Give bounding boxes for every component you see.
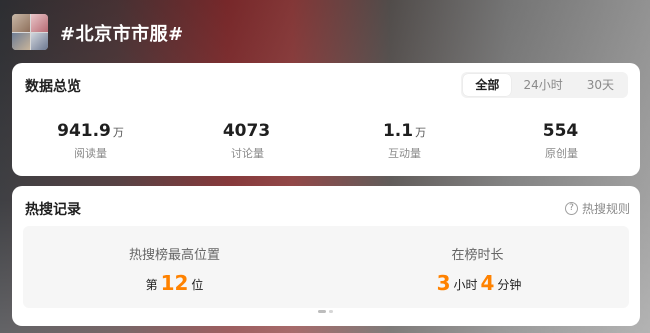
stat-reads-value: 941.9 <box>57 121 111 141</box>
time-range-selector: 全部 24小时 30天 <box>461 72 628 98</box>
tab-all[interactable]: 全部 <box>463 74 512 96</box>
hot-search-rules-label: 热搜规则 <box>581 202 630 216</box>
data-overview-title: 数据总览 <box>25 79 81 95</box>
tab-30d[interactable]: 30天 <box>575 74 626 96</box>
topic-title: #北京市市服# <box>60 24 184 45</box>
hot-search-rules-link[interactable]: ? 热搜规则 <box>564 200 630 217</box>
stat-reads: 941.9 万 阅读量 <box>12 121 169 161</box>
stat-reads-unit: 万 <box>112 126 124 139</box>
stat-originals: 554 原创量 <box>483 121 640 161</box>
carousel-indicator <box>318 310 333 313</box>
stat-discussions-value: 4073 <box>222 121 271 141</box>
topic-avatar[interactable] <box>12 14 48 50</box>
highest-position-block: 热搜榜最高位置 第 12 位 <box>23 226 326 308</box>
carousel-dot-active[interactable] <box>318 310 326 313</box>
stat-discussions-label: 讨论量 <box>231 147 264 160</box>
duration-hours: 3 <box>436 271 451 295</box>
stat-interactions-label: 互动量 <box>388 147 421 160</box>
tab-24h[interactable]: 24小时 <box>511 74 574 96</box>
stat-interactions-value: 1.1 <box>382 121 414 141</box>
stat-reads-label: 阅读量 <box>74 147 107 160</box>
stats-row: 941.9 万 阅读量 4073 讨论量 1.1 万 互动量 554 原创量 <box>12 121 640 161</box>
stat-discussions: 4073 讨论量 <box>169 121 326 161</box>
duration-label: 在榜时长 <box>451 248 504 263</box>
highest-position-value-row: 第 12 位 <box>23 271 326 295</box>
carousel-dot[interactable] <box>329 310 333 313</box>
hot-search-title: 热搜记录 <box>25 202 81 218</box>
question-icon: ? <box>564 202 578 215</box>
duration-value-row: 3 小时 4 分钟 <box>326 271 629 295</box>
highest-position-suffix: 位 <box>191 278 204 292</box>
stat-interactions: 1.1 万 互动量 <box>326 121 483 161</box>
stat-originals-value: 554 <box>542 121 579 141</box>
duration-minutes-unit: 分钟 <box>497 278 522 292</box>
hot-search-summary: 热搜榜最高位置 第 12 位 在榜时长 3 小时 4 分钟 <box>23 226 629 308</box>
duration-minutes: 4 <box>480 271 495 295</box>
topic-header: #北京市市服# <box>0 0 650 62</box>
stat-interactions-unit: 万 <box>415 126 427 139</box>
hot-search-card: 热搜记录 ? 热搜规则 热搜榜最高位置 第 12 位 在榜时长 3 小时 4 分钟 <box>12 186 640 326</box>
data-overview-card: 数据总览 全部 24小时 30天 941.9 万 阅读量 4073 讨论量 1.1… <box>12 63 640 176</box>
stat-originals-label: 原创量 <box>545 147 578 160</box>
highest-position-prefix: 第 <box>145 278 158 292</box>
duration-block: 在榜时长 3 小时 4 分钟 <box>326 226 629 308</box>
highest-position-value: 12 <box>160 271 189 295</box>
duration-hours-unit: 小时 <box>453 278 478 292</box>
highest-position-label: 热搜榜最高位置 <box>128 248 220 263</box>
